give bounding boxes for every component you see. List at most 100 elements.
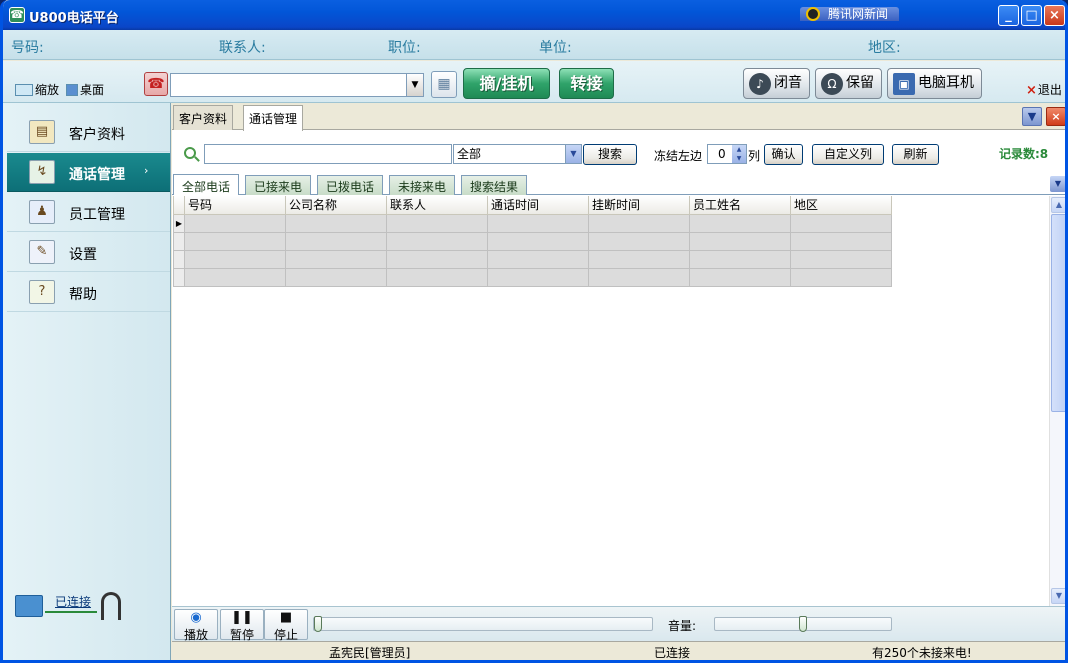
title-bar[interactable]: ☎ U800电话平台 _ □ ×	[3, 0, 1065, 30]
search-input[interactable]	[204, 144, 452, 164]
progress-slider-handle[interactable]	[314, 616, 322, 632]
sidebar-item-customers[interactable]: ▤ 客户资料	[7, 113, 170, 152]
table-cell[interactable]	[184, 249, 286, 269]
search-scope-select[interactable]: 全部 ▼	[453, 144, 582, 164]
stop-label: 停止	[273, 628, 298, 642]
tab-answered-calls[interactable]: 已接来电	[245, 175, 312, 195]
refresh-button[interactable]: 刷新	[892, 144, 939, 165]
tabs-dropdown-icon[interactable]: ▼	[1050, 176, 1065, 192]
table-cell[interactable]	[285, 213, 387, 233]
table-cell[interactable]	[184, 267, 286, 287]
table-cell[interactable]	[285, 231, 387, 251]
minimize-button[interactable]: _	[998, 5, 1019, 26]
close-button[interactable]: ×	[1044, 5, 1065, 26]
pickup-hangup-button[interactable]: 摘/挂机	[463, 68, 550, 99]
playback-progress-slider[interactable]	[313, 616, 653, 632]
table-cell[interactable]	[689, 267, 791, 287]
table-cell[interactable]	[184, 231, 286, 251]
column-header[interactable]: 联系人	[386, 196, 488, 215]
sidebar-item-calls[interactable]: ↯ 通话管理 ›	[7, 153, 170, 192]
maximize-button[interactable]: □	[1021, 5, 1042, 26]
tab-missed-calls[interactable]: 未接来电	[389, 175, 456, 195]
table-cell[interactable]	[487, 267, 589, 287]
qq-news-popup[interactable]: 腾讯网新闻	[800, 7, 899, 21]
table-cell[interactable]	[689, 213, 791, 233]
mute-button[interactable]: ♪ 闭音	[743, 68, 810, 99]
table-cell[interactable]	[588, 213, 690, 233]
tab-dialed-calls[interactable]: 已拨电话	[317, 175, 384, 195]
column-header[interactable]: 号码	[184, 196, 286, 215]
table-cell[interactable]	[487, 213, 589, 233]
panel-close-button[interactable]: ×	[1046, 107, 1065, 126]
table-row[interactable]	[173, 231, 892, 251]
pc-headset-button[interactable]: ▣ 电脑耳机	[887, 68, 982, 99]
stop-button[interactable]: ■ 停止	[264, 609, 308, 642]
table-cell[interactable]	[386, 213, 488, 233]
table-cell[interactable]	[689, 249, 791, 269]
recording-player: ◉ 播放 ❚❚ 暂停 ■ 停止 音量:	[172, 606, 1065, 642]
row-header[interactable]	[173, 231, 185, 251]
custom-columns-button[interactable]: 自定义列	[812, 144, 884, 165]
shrink-button[interactable]: 缩放	[15, 81, 59, 98]
chevron-down-icon[interactable]: ▼	[406, 74, 423, 96]
chevron-down-icon[interactable]: ▼	[565, 145, 581, 163]
table-cell[interactable]	[588, 249, 690, 269]
tab-all-calls[interactable]: 全部电话	[173, 174, 240, 195]
table-cell[interactable]	[386, 249, 488, 269]
table-cell[interactable]	[790, 213, 892, 233]
desktop-button[interactable]: 桌面	[66, 81, 104, 98]
current-row-icon: ▶	[173, 213, 185, 233]
table-row[interactable]	[173, 267, 892, 287]
table-cell[interactable]	[689, 231, 791, 251]
phone-number-combo[interactable]: ▼	[170, 73, 424, 97]
exit-button[interactable]: ×退出	[1026, 81, 1062, 98]
sidebar-item-settings[interactable]: ✎ 设置	[7, 233, 170, 272]
sidebar-item-staff[interactable]: ♟ 员工管理	[7, 193, 170, 232]
play-button[interactable]: ◉ 播放	[174, 609, 218, 642]
column-header[interactable]: 通话时间	[487, 196, 589, 215]
scroll-thumb[interactable]	[1051, 214, 1065, 412]
sidebar-item-help[interactable]: ? 帮助	[7, 273, 170, 312]
table-cell[interactable]	[487, 231, 589, 251]
row-header[interactable]	[173, 249, 185, 269]
column-header[interactable]: 挂断时间	[588, 196, 690, 215]
hold-button[interactable]: Ω 保留	[815, 68, 882, 99]
search-button[interactable]: 搜索	[583, 144, 637, 165]
status-missed-calls[interactable]: 有250个未接来电!	[872, 644, 972, 660]
table-cell[interactable]	[487, 249, 589, 269]
table-cell[interactable]	[588, 267, 690, 287]
table-cell[interactable]	[285, 249, 387, 269]
table-cell[interactable]	[790, 267, 892, 287]
table-cell[interactable]	[184, 213, 286, 233]
volume-slider-handle[interactable]	[799, 616, 807, 632]
scroll-down-icon[interactable]: ▼	[1051, 588, 1065, 604]
vertical-scrollbar[interactable]: ▲ ▼	[1049, 196, 1065, 606]
column-header[interactable]: 地区	[790, 196, 892, 215]
table-row[interactable]: ▶	[173, 213, 892, 233]
table-cell[interactable]	[386, 231, 488, 251]
table-cell[interactable]	[588, 231, 690, 251]
confirm-button[interactable]: 确认	[764, 144, 803, 165]
spinner-arrows-icon[interactable]: ▲ ▼	[732, 145, 746, 163]
main-window: ☎ U800电话平台 _ □ × 号码: 联系人: 职位: 单位: 地区: 缩放…	[0, 0, 1068, 663]
tab-customers[interactable]: 客户资料	[173, 105, 234, 130]
call-grid[interactable]: 号码 公司名称 联系人 通话时间 挂断时间 员工姓名 地区 ▶	[172, 196, 1051, 606]
table-row[interactable]	[173, 249, 892, 269]
column-header[interactable]: 员工姓名	[689, 196, 791, 215]
table-cell[interactable]	[285, 267, 387, 287]
tab-search-results[interactable]: 搜索结果	[461, 175, 528, 195]
scroll-up-icon[interactable]: ▲	[1051, 197, 1065, 213]
main-panel: 客户资料 通话管理 ▼ × 全部 ▼ 搜索 冻结左边 0 ▲ ▼ 列 确认 自定义…	[172, 103, 1065, 660]
table-cell[interactable]	[386, 267, 488, 287]
pause-button[interactable]: ❚❚ 暂停	[220, 609, 264, 642]
volume-slider[interactable]	[714, 616, 892, 632]
freeze-columns-spinner[interactable]: 0 ▲ ▼	[707, 144, 747, 164]
tab-calls[interactable]: 通话管理	[243, 105, 304, 131]
column-header[interactable]: 公司名称	[285, 196, 387, 215]
table-cell[interactable]	[790, 249, 892, 269]
row-header[interactable]	[173, 267, 185, 287]
table-cell[interactable]	[790, 231, 892, 251]
keypad-icon[interactable]: ▦	[431, 71, 457, 98]
panel-menu-button[interactable]: ▼	[1022, 107, 1042, 126]
transfer-button[interactable]: 转接	[559, 68, 614, 99]
